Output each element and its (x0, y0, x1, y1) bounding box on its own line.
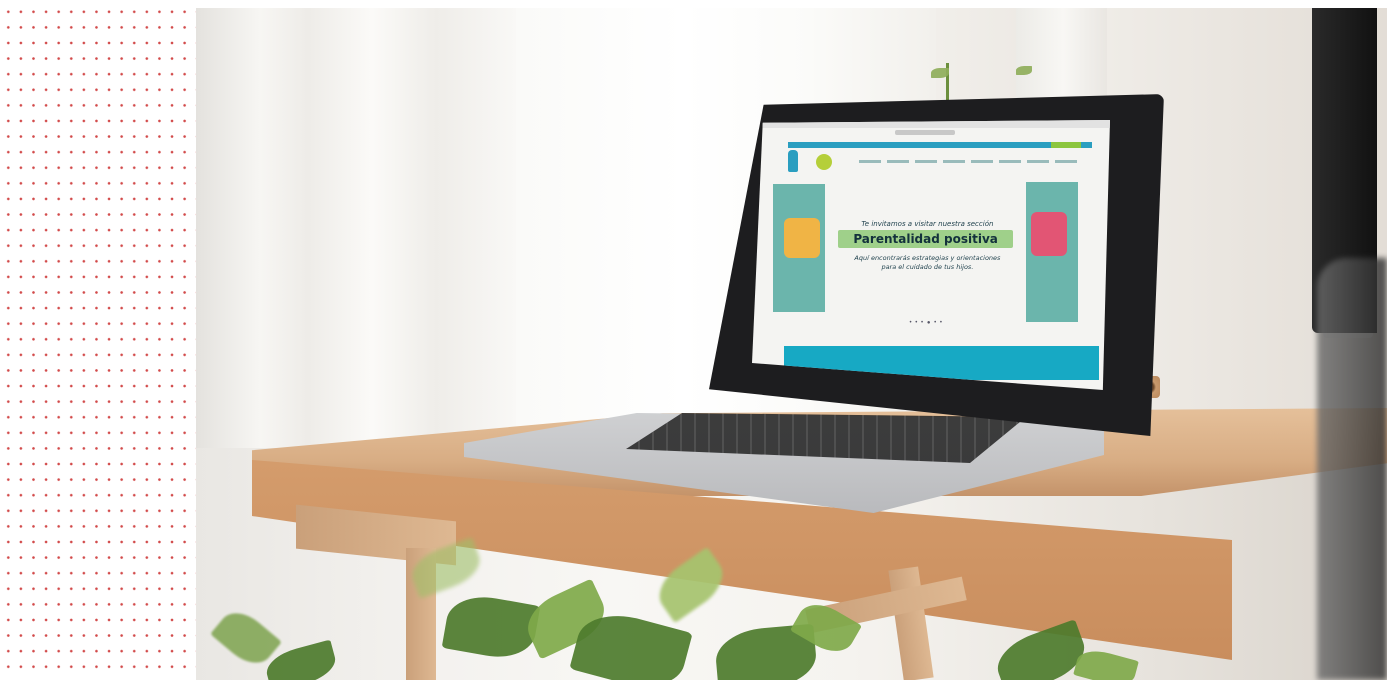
puzzle-piece-icon (1031, 212, 1068, 256)
slide-subtext-line: para el cuidado de tus hijos. (881, 263, 974, 271)
dot-pattern-panel (0, 0, 196, 680)
puzzle-piece-icon (784, 218, 821, 258)
site-topstrip (787, 142, 1093, 148)
site-cta (1051, 142, 1082, 148)
site-logo-icon (816, 154, 833, 170)
leaf (931, 68, 949, 78)
curtain (196, 8, 516, 448)
site-logo-figure (787, 150, 798, 172)
chair-silhouette (1317, 258, 1387, 680)
laptop-screen: Te invitamos a visitar nuestra sección P… (752, 120, 1110, 390)
slide-headline: Parentalidad positiva (837, 230, 1014, 248)
photo: Te invitamos a visitar nuestra sección P… (196, 8, 1387, 680)
slide-intro: Te invitamos a visitar nuestra sección (861, 220, 994, 228)
browser-url (895, 130, 956, 135)
slider-dots: • • • ● • • (909, 320, 943, 326)
ivy-leaf (441, 590, 541, 664)
slide-subtext: Aquí encontrarás estrategias y orientaci… (845, 254, 1010, 272)
leaf (1016, 66, 1032, 75)
slide-subtext-line: Aquí encontrarás estrategias y orientaci… (854, 254, 1001, 262)
site-nav (859, 160, 1082, 163)
